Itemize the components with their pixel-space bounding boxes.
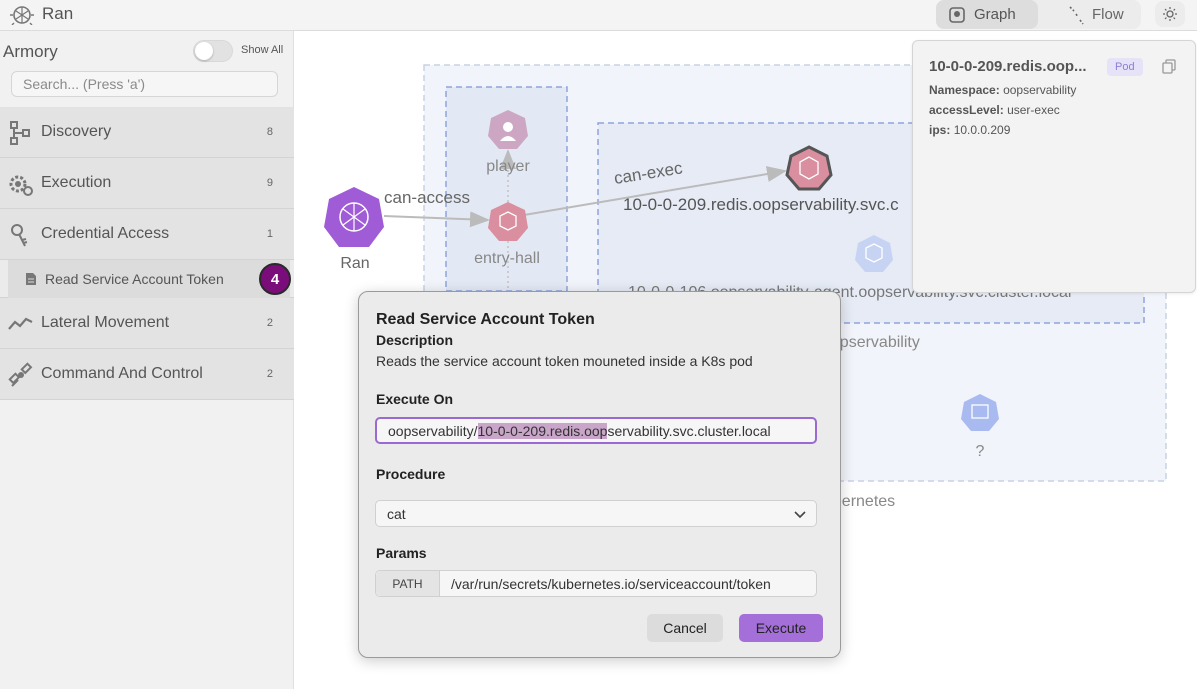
category-count: 8 xyxy=(266,126,273,138)
app-title: Ran xyxy=(42,4,74,23)
procedure-select[interactable]: cat xyxy=(375,500,817,527)
theme-toggle[interactable] xyxy=(1155,1,1185,27)
category-count: 9 xyxy=(266,177,273,189)
redis-pod-node[interactable] xyxy=(785,145,833,191)
procedure-value: cat xyxy=(387,505,406,522)
namespace-value: oopservability xyxy=(1003,83,1077,97)
param-key: PATH xyxy=(376,571,440,596)
technique-count-badge: 4 xyxy=(259,263,291,295)
redis-label: 10-0-0-209.redis.oopservability.svc.c xyxy=(623,195,899,214)
player-label: player xyxy=(486,158,530,175)
category-label: Credential Access xyxy=(41,225,170,242)
search-input[interactable] xyxy=(11,71,278,97)
top-bar: Ran Graph Flow xyxy=(0,0,1197,31)
category-label: Command And Control xyxy=(41,365,203,382)
category-label: Execution xyxy=(41,174,112,191)
graph-view-label: Graph xyxy=(974,6,1016,23)
category-command-and-control[interactable]: Command And Control 2 xyxy=(0,349,294,400)
target-suffix: servability.svc.cluster.local xyxy=(607,422,771,439)
node-info-card: 10-0-0-209.redis.oop... Pod Namespace: o… xyxy=(912,40,1196,293)
execute-on-value: oopservability/10-0-0-209.redis.oopserva… xyxy=(377,422,771,439)
armory-title: Armory xyxy=(3,42,58,61)
copy-icon[interactable] xyxy=(1162,59,1176,74)
flow-view-button[interactable]: Flow xyxy=(1056,0,1136,29)
info-title: 10-0-0-209.redis.oop... xyxy=(929,58,1087,75)
chevron-down-icon xyxy=(794,511,806,519)
param-path-field[interactable]: PATH /var/run/secrets/kubernetes.io/serv… xyxy=(375,570,817,597)
entry-hall-label: entry-hall xyxy=(474,250,540,267)
technique-category-list: Discovery 8 Execution 9 Credential Acces… xyxy=(0,107,294,400)
params-heading: Params xyxy=(376,545,427,561)
lateral-movement-icon xyxy=(8,317,33,330)
dialog-title: Read Service Account Token xyxy=(376,311,595,328)
credential-key-icon xyxy=(11,224,28,247)
description-text: Reads the service account token mouneted… xyxy=(376,353,753,369)
target-highlight: 10-0-0-209.redis.oop xyxy=(477,422,608,439)
info-access-row: accessLevel: user-exec xyxy=(929,103,1060,117)
category-credential-access[interactable]: Credential Access 1 xyxy=(0,209,294,260)
show-all-label: Show All xyxy=(241,44,284,56)
category-execution[interactable]: Execution 9 xyxy=(0,158,294,209)
technique-label: Read Service Account Token xyxy=(45,271,224,287)
technique-read-service-account-token[interactable]: Read Service Account Token 4 xyxy=(0,260,294,298)
info-type-badge: Pod xyxy=(1107,58,1143,76)
category-label: Lateral Movement xyxy=(41,314,170,331)
info-namespace-row: Namespace: oopservability xyxy=(929,83,1076,97)
flow-view-label: Flow xyxy=(1092,6,1124,23)
description-heading: Description xyxy=(376,332,454,348)
execute-button[interactable]: Execute xyxy=(739,614,823,642)
satellite-icon xyxy=(8,362,33,387)
ips-key: ips: xyxy=(929,123,951,137)
info-ips-row: ips: 10.0.0.209 xyxy=(929,123,1010,137)
discovery-icon xyxy=(10,121,30,145)
cancel-button[interactable]: Cancel xyxy=(647,614,723,642)
target-prefix: oopservability/ xyxy=(388,422,478,439)
category-label: Discovery xyxy=(41,123,112,140)
graph-view-button[interactable]: Graph xyxy=(936,0,1038,29)
procedure-heading: Procedure xyxy=(376,466,446,482)
unknown-label: ? xyxy=(976,443,985,460)
category-count: 1 xyxy=(266,228,273,240)
ips-value: 10.0.0.209 xyxy=(953,123,1011,137)
edge-label-can-access: can-access xyxy=(384,188,470,207)
category-count: 2 xyxy=(266,317,273,329)
app-logo-icon xyxy=(10,6,34,25)
ran-label: Ran xyxy=(340,255,369,272)
brand: Ran xyxy=(10,3,73,25)
execute-on-select[interactable]: oopservability/10-0-0-209.redis.oopserva… xyxy=(375,417,817,444)
technique-row[interactable]: Read Service Account Token xyxy=(8,260,290,298)
document-icon xyxy=(26,273,36,285)
category-discovery[interactable]: Discovery 8 xyxy=(0,107,294,158)
access-level-value: user-exec xyxy=(1007,103,1060,117)
category-lateral-movement[interactable]: Lateral Movement 2 xyxy=(0,298,294,349)
toggle-knob xyxy=(195,42,213,60)
namespace-key: Namespace: xyxy=(929,83,1000,97)
access-level-key: accessLevel: xyxy=(929,103,1004,117)
graph-icon xyxy=(949,6,965,23)
param-value[interactable]: /var/run/secrets/kubernetes.io/serviceac… xyxy=(440,576,771,592)
category-count: 2 xyxy=(266,368,273,380)
sun-icon xyxy=(1163,7,1177,21)
execution-gear-icon xyxy=(9,175,33,196)
view-switch: Graph Flow xyxy=(936,0,1141,29)
execute-technique-dialog: Read Service Account Token Description R… xyxy=(358,291,841,658)
execute-on-heading: Execute On xyxy=(376,391,454,407)
armory-sidebar: Armory Show All Discovery 8 Execution 9 xyxy=(0,31,294,689)
flow-icon xyxy=(1069,5,1084,24)
show-all-toggle[interactable] xyxy=(193,40,233,62)
